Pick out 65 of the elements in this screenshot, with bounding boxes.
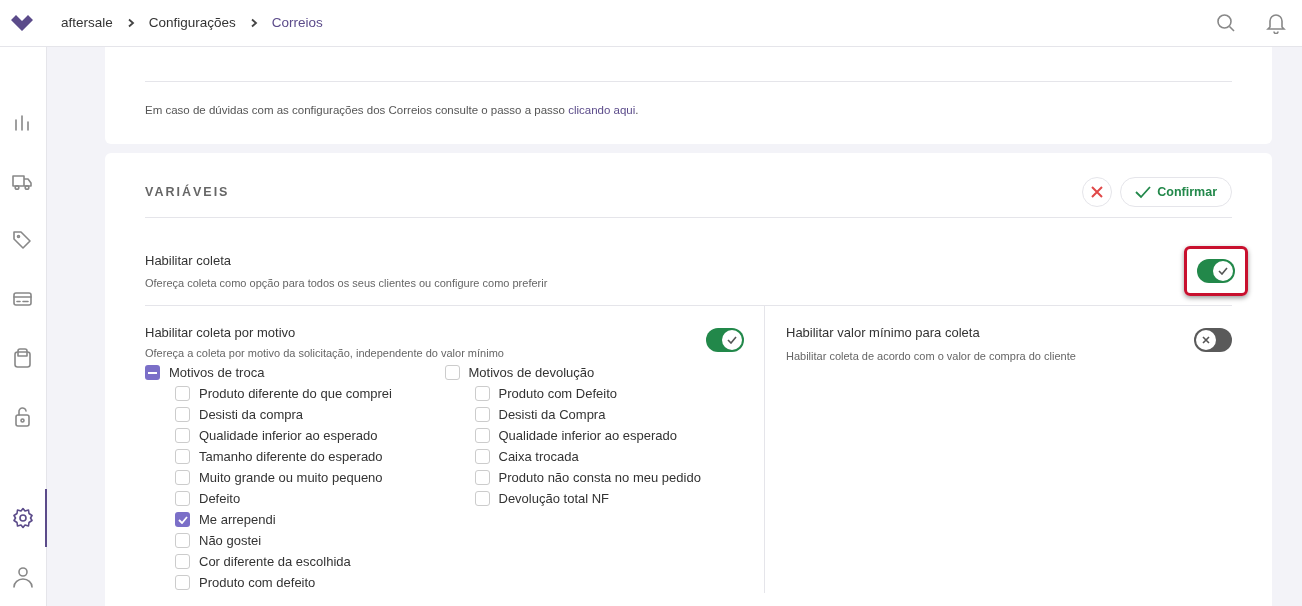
checkbox-label: Qualidade inferior ao esperado xyxy=(498,427,677,445)
checkbox[interactable] xyxy=(474,428,490,444)
checkbox-label: Desisti da Compra xyxy=(498,406,606,424)
user-icon[interactable] xyxy=(10,565,34,589)
breadcrumb-link[interactable]: Configurações xyxy=(148,12,236,34)
checkbox-label: Me arrependi xyxy=(199,511,276,529)
checkbox-label: Motivos de devolução xyxy=(468,364,595,382)
checkbox-label: Desisti da compra xyxy=(199,406,304,424)
checkbox[interactable] xyxy=(474,470,490,486)
checkbox-label: Motivos de troca xyxy=(169,364,265,382)
checkbox[interactable] xyxy=(175,512,190,528)
toggle-switch[interactable] xyxy=(1194,328,1232,353)
setting-label: Habilitar valor mínimo para coleta xyxy=(786,324,981,343)
setting-description: Habilitar coleta de acordo com o valor de compra do cliente xyxy=(786,348,1076,364)
checkbox[interactable] xyxy=(474,449,490,465)
breadcrumb-link[interactable]: aftersale xyxy=(61,12,113,34)
checkbox[interactable] xyxy=(175,386,190,402)
tag-icon[interactable] xyxy=(10,228,34,252)
check-icon xyxy=(1135,185,1152,200)
checkbox[interactable] xyxy=(175,554,190,570)
checkbox-label: Cor diferente da escolhida xyxy=(199,553,351,571)
checkbox[interactable] xyxy=(175,470,190,486)
check-icon xyxy=(177,515,188,524)
check-icon xyxy=(1218,267,1228,276)
setting-label: Habilitar coleta por motivo xyxy=(145,324,297,343)
toggle-switch[interactable] xyxy=(1197,259,1235,284)
checkbox-label: Produto com Defeito xyxy=(498,385,617,403)
checkbox[interactable] xyxy=(175,575,190,591)
bell-icon[interactable] xyxy=(1266,12,1286,34)
check-icon xyxy=(727,336,737,345)
checkbox[interactable] xyxy=(474,407,490,423)
settings-icon[interactable] xyxy=(10,506,34,530)
checkbox[interactable] xyxy=(474,386,490,402)
logo-icon[interactable] xyxy=(9,12,35,34)
setting-label: Habilitar coleta xyxy=(145,251,232,270)
checkbox-label: Produto com defeito xyxy=(199,574,316,592)
checkbox[interactable] xyxy=(444,365,460,381)
minus-icon xyxy=(148,371,157,374)
setting-description: Ofereça a coleta por motivo da solicitação, independente do valor mínimo xyxy=(145,345,504,361)
setting-description: Ofereça coleta como opção para todos os seus clientes ou configure como preferir xyxy=(145,276,548,292)
checkbox[interactable] xyxy=(175,407,190,423)
checkbox-label: Tamanho diferente do esperado xyxy=(199,448,383,466)
checkbox[interactable] xyxy=(175,491,190,507)
checkbox-label: Não gostei xyxy=(199,532,262,550)
help-text: Em caso de dúvidas com as configurações dos Correios consulte o passo a passo clicando aqui. xyxy=(145,103,640,118)
checkbox-label: Devolução total NF xyxy=(498,490,610,508)
checkbox[interactable] xyxy=(474,491,490,507)
checkbox-label: Caixa trocada xyxy=(498,448,579,466)
checkbox-label: Muito grande ou muito pequeno xyxy=(199,469,383,487)
checkbox-label: Qualidade inferior ao esperado xyxy=(199,427,378,445)
checkbox[interactable] xyxy=(175,449,190,465)
toggle-switch[interactable] xyxy=(706,328,744,353)
chevron-icon xyxy=(249,18,258,28)
checkbox[interactable] xyxy=(145,365,160,381)
close-icon xyxy=(1090,185,1105,200)
chevron-icon xyxy=(126,18,135,28)
search-icon[interactable] xyxy=(1216,13,1236,33)
checkbox[interactable] xyxy=(175,533,190,549)
section-title: VARIÁVEIS xyxy=(145,183,230,201)
cross-icon xyxy=(1202,336,1210,345)
checkbox-label: Produto não consta no meu pedido xyxy=(498,469,701,487)
checkbox-label: Produto diferente do que comprei xyxy=(199,385,392,403)
checkbox[interactable] xyxy=(175,428,190,444)
breadcrumb-link[interactable]: Correios xyxy=(271,12,323,34)
checkbox-label: Defeito xyxy=(199,490,241,508)
